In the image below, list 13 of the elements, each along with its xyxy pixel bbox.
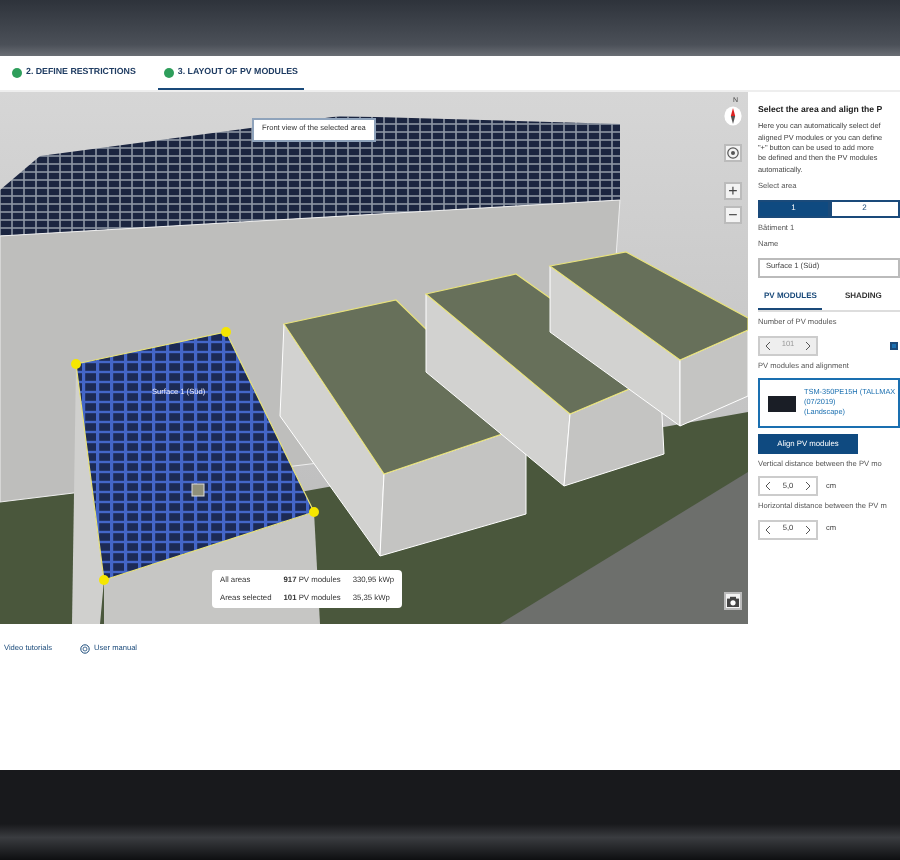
compass-icon[interactable] [724, 106, 742, 126]
vertex-handle[interactable] [71, 359, 81, 369]
zoom-button[interactable]: − [724, 206, 742, 224]
locate-icon[interactable] [724, 144, 742, 162]
selected-roof-area[interactable] [75, 331, 315, 581]
camera-icon[interactable] [724, 592, 742, 610]
module-image [768, 395, 796, 412]
vertex-handle[interactable] [99, 575, 109, 585]
vertex-handle[interactable] [221, 327, 231, 337]
zoom-button[interactable]: + [724, 182, 742, 200]
vertex-handle[interactable] [309, 507, 319, 517]
module-marker-icon [191, 483, 205, 497]
checkbox[interactable] [890, 341, 898, 350]
